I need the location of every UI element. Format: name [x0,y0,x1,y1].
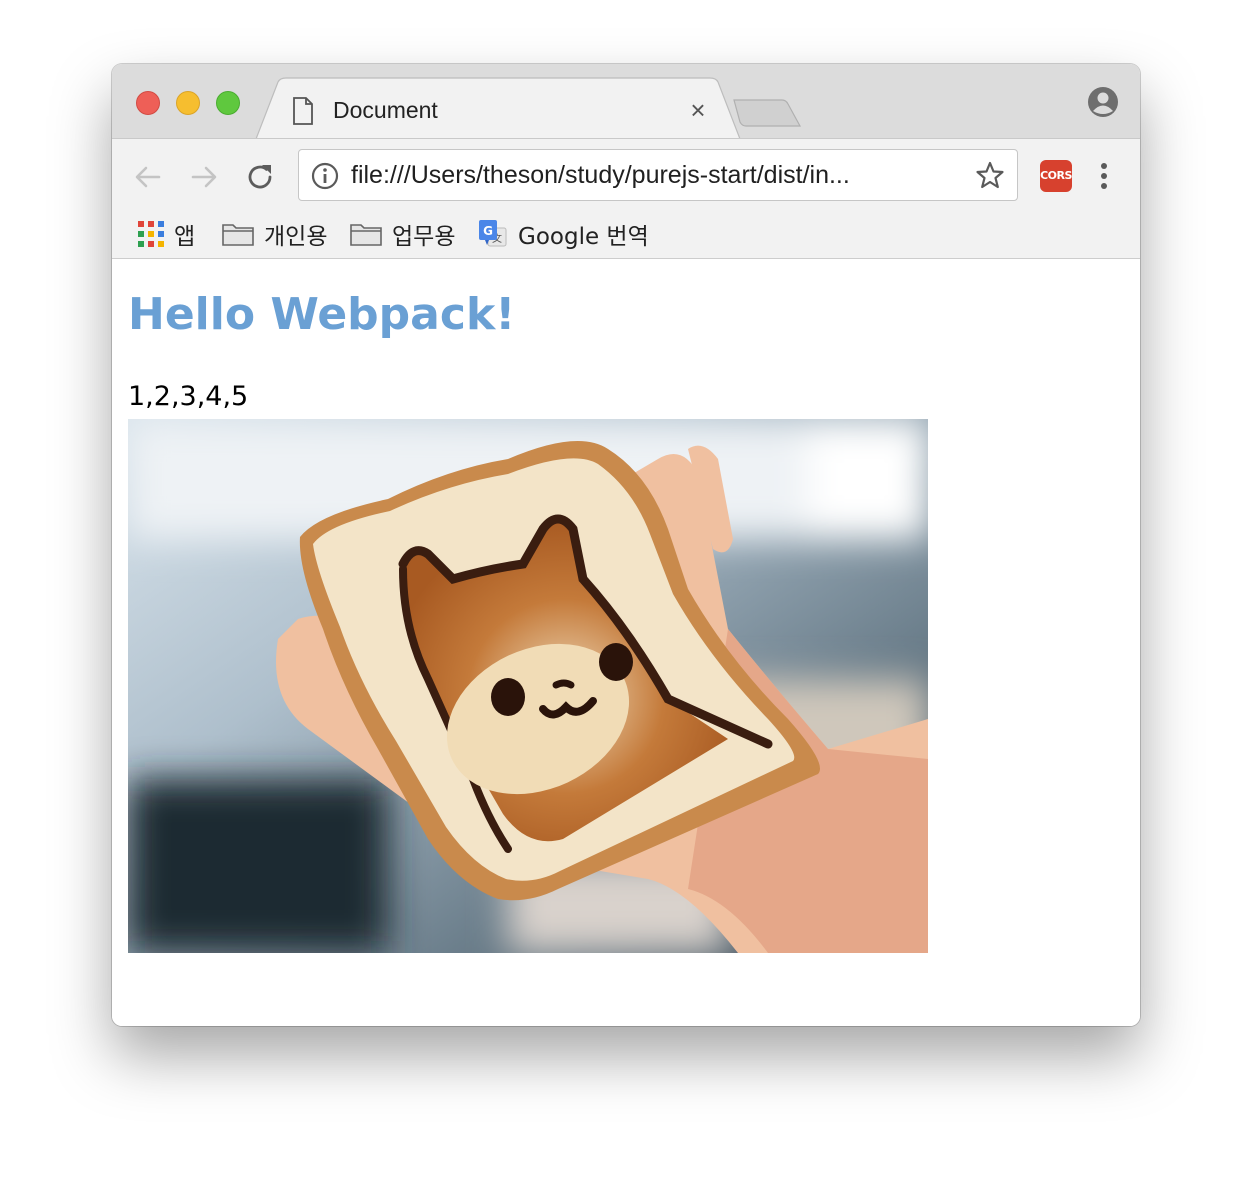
info-icon[interactable] [311,162,339,190]
toast-photo [128,419,928,953]
bookmark-folder-personal[interactable]: 개인용 [222,217,327,251]
bookmark-label: 업무용 [392,224,456,250]
apps-grid-icon [138,221,164,247]
bookmark-google-translate[interactable]: 文 G Google 번역 [478,217,649,251]
bookmark-apps[interactable]: 앱 [138,217,195,251]
tab-strip [255,77,802,139]
bookmark-label: Google 번역 [518,224,649,250]
google-translate-icon: 文 G [479,220,507,247]
tab-close-button[interactable]: × [686,97,710,123]
profile-icon[interactable] [1087,86,1119,118]
new-tab-button[interactable] [733,99,802,127]
title-bar: Document × [112,64,1140,139]
browser-window: Document × file:///Users/theson/study/pu… [112,64,1140,1026]
bookmark-folder-work[interactable]: 업무용 [350,217,455,251]
address-bar[interactable]: file:///Users/theson/study/purejs-start/… [298,149,1018,201]
numbers-text: 1,2,3,4,5 [128,381,249,412]
page-content: Hello Webpack! 1,2,3,4,5 [112,258,1140,1026]
tab-title[interactable]: Document [333,97,438,124]
svg-text:G: G [483,224,493,238]
more-menu-icon[interactable] [1094,160,1114,192]
folder-icon [350,224,382,246]
page-heading: Hello Webpack! [128,289,516,340]
forward-arrow-icon[interactable] [188,161,220,193]
document-icon [293,97,313,125]
back-arrow-icon[interactable] [132,161,164,193]
bookmark-label: 개인용 [264,224,328,250]
folder-icon [222,224,254,246]
bookmarks-bar: 앱 개인용 업무용 文 G Google 번역 [112,215,1140,255]
cors-extension-icon[interactable]: CORS [1040,160,1072,192]
browser-toolbar: file:///Users/theson/study/purejs-start/… [112,138,1140,258]
bookmark-label: 앱 [174,224,196,250]
bookmark-star-icon[interactable] [975,160,1005,190]
url-text[interactable]: file:///Users/theson/study/purejs-start/… [351,161,951,190]
reload-icon[interactable] [244,161,276,193]
